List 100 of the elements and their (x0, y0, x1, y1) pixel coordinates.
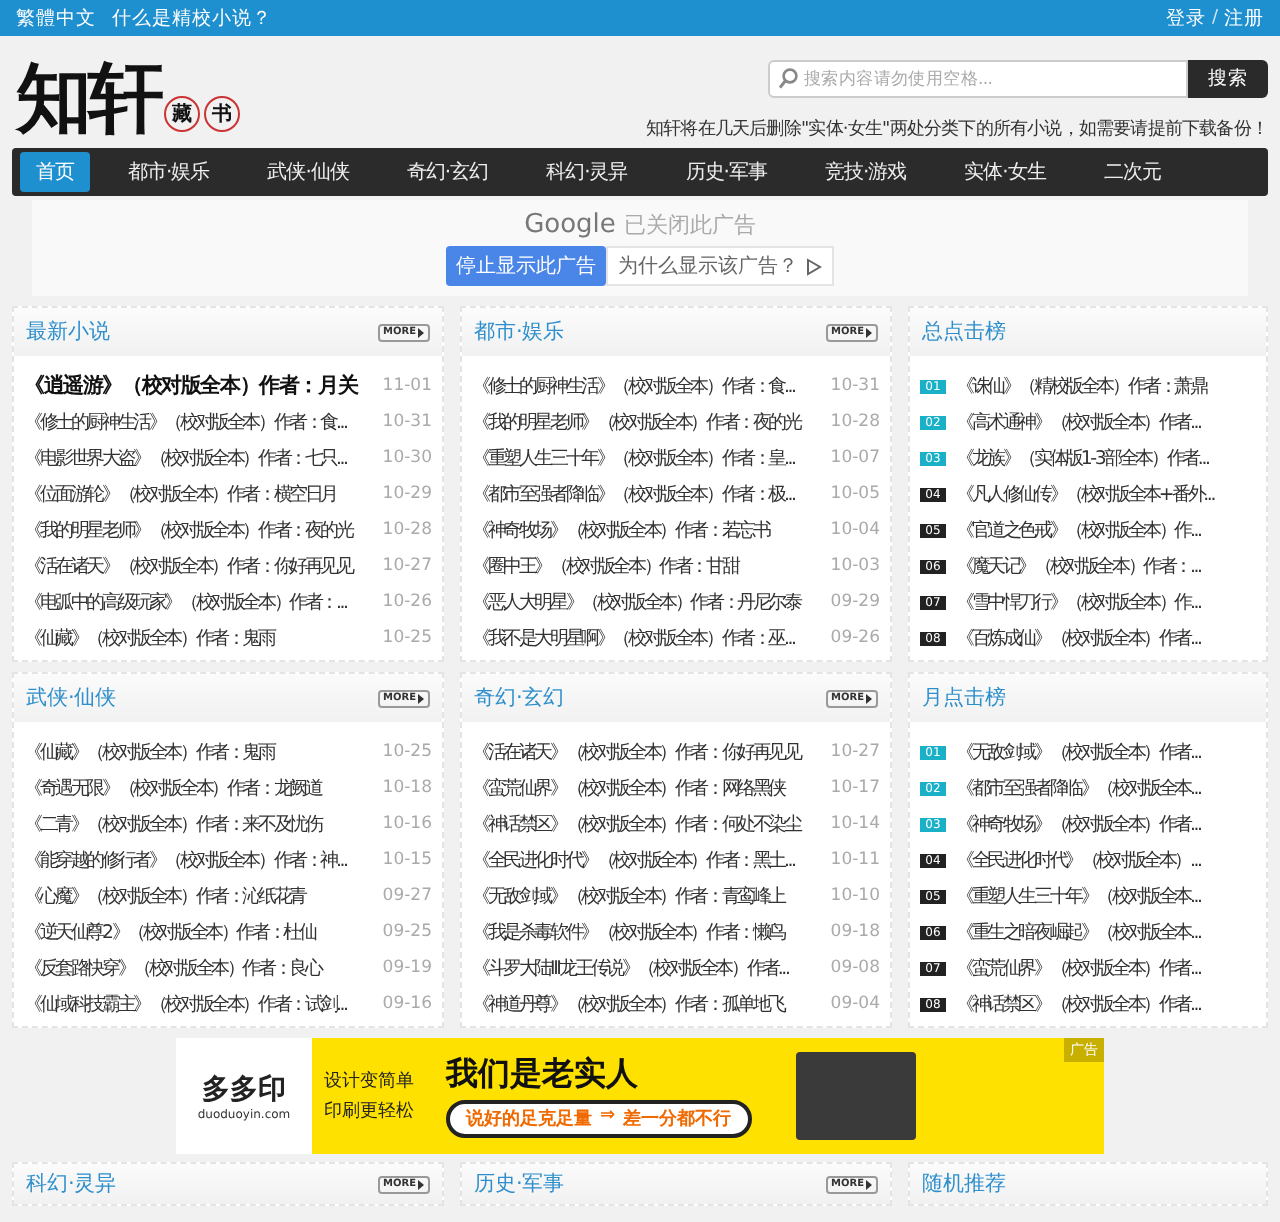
book-link[interactable]: 《仙域科技霸主》（校对版全本）作者：试剑... (24, 991, 347, 1017)
book-link[interactable]: 《高术通神》（校对版全本）作者... (956, 409, 1256, 435)
book-link[interactable]: 《圈中王》（校对版全本）作者：甘甜 (472, 553, 738, 579)
book-link[interactable]: 《神奇牧场》（校对版全本）作者：若忘书 (472, 517, 769, 543)
date-text: 09-04 (830, 994, 880, 1014)
book-link[interactable]: 《百炼成仙》（校对版全本）作者... (956, 625, 1256, 651)
book-link[interactable]: 《电影世界大盗》（校对版全本）作者：七只... (24, 445, 347, 471)
nav-tab[interactable]: 历史·军事 (665, 152, 787, 192)
book-link[interactable]: 《修士的厨神生活》（校对版全本）作者：食... (472, 373, 795, 399)
book-link[interactable]: 《电弧中的高级玩家》（校对版全本）作者：... (24, 589, 347, 615)
date-text: 09-19 (382, 958, 432, 978)
play-icon (806, 257, 822, 275)
date-text: 10-25 (382, 742, 432, 762)
book-link[interactable]: 《神话禁区》（校对版全本）作者... (956, 991, 1256, 1017)
book-link[interactable]: 《无敌剑域》（校对版全本）作者：青鸾峰上 (472, 883, 785, 909)
search-field[interactable]: 搜索内容请勿使用空格... (768, 60, 1188, 98)
book-link[interactable]: 《位面游轮》（校对版全本）作者：横空日月 (24, 481, 337, 507)
book-link[interactable]: 《重生之暗夜崛起》（校对版全本... (956, 919, 1256, 945)
book-link[interactable]: 《我的明星老师》（校对版全本）作者：夜的光 (24, 517, 352, 543)
nav-tab[interactable]: 科幻·灵异 (526, 152, 648, 192)
book-link[interactable]: 《仙藏》（校对版全本）作者：鬼雨 (24, 625, 274, 651)
caret-icon (866, 327, 872, 337)
stop-ad-button[interactable]: 停止显示此广告 (446, 246, 606, 286)
date-text: 10-17 (830, 778, 880, 798)
why-ad-button[interactable]: 为什么显示该广告？ (606, 246, 834, 286)
caret-icon (418, 1179, 424, 1189)
book-link[interactable]: 《心魔》（校对版全本）作者：沁纸花青 (24, 883, 305, 909)
logo-seal: 藏 (164, 96, 200, 132)
book-link[interactable]: 《全民进化时代》（校对版全本）... (956, 847, 1256, 873)
top-link[interactable]: 什么是精校小说？ (112, 5, 272, 31)
book-link[interactable]: 《蛮荒仙界》（校对版全本）作者：网络黑侠 (472, 775, 785, 801)
date-text: 10-15 (382, 850, 432, 870)
nav-tab[interactable]: 都市·娱乐 (108, 152, 230, 192)
book-link[interactable]: 《雪中悍刀行》（校对版全本）作... (956, 589, 1256, 615)
book-link[interactable]: 《奇遇无限》（校对版全本）作者：龙阙道 (24, 775, 321, 801)
book-link[interactable]: 《都市至强者降临》（校对版全本... (956, 775, 1256, 801)
date-text: 10-04 (830, 520, 880, 540)
register-link[interactable]: 注册 (1224, 5, 1264, 31)
search-icon (778, 68, 798, 90)
login-link[interactable]: 登录 (1165, 5, 1206, 31)
logo-seal: 书 (204, 96, 240, 132)
tagline-text: 差一分都不行 (623, 1106, 732, 1132)
book-link[interactable]: 《我是杀毒软件》（校对版全本）作者：懒鸟 (472, 919, 785, 945)
book-link[interactable]: 《反套路快穿》（校对版全本）作者：良心 (24, 955, 321, 981)
book-link[interactable]: 《修士的厨神生活》（校对版全本）作者：食... (24, 409, 347, 435)
search-button[interactable]: 搜索 (1188, 60, 1268, 98)
date-text: 10-03 (830, 556, 880, 576)
book-link[interactable]: 《神话禁区》（校对版全本）作者：何处不染尘 (472, 811, 800, 837)
nav-tab[interactable]: 武侠·仙侠 (247, 152, 369, 192)
book-link[interactable]: 《恶人大明星》（校对版全本）作者：丹尼尔泰 (472, 589, 800, 615)
top-link[interactable]: 繁體中文 (16, 5, 96, 31)
date-text: 09-26 (830, 628, 880, 648)
ad-status-text: 已关闭此广告 (623, 210, 756, 240)
google-logo: Google (524, 210, 616, 240)
nav-tab[interactable]: 实体·女生 (944, 152, 1066, 192)
book-link[interactable]: 《我不是大明星啊》（校对版全本）作者：巫... (472, 625, 795, 651)
slogan-text: 设计变简单 (324, 1069, 414, 1094)
book-link[interactable]: 《龙族》（实体版1-3部全本）作者... (956, 445, 1256, 471)
nav-tab[interactable]: 奇幻·玄幻 (386, 152, 509, 192)
date-text: 09-29 (830, 592, 880, 612)
book-link[interactable]: 《重塑人生三十年》（校对版全本... (956, 883, 1256, 909)
book-link[interactable]: 《活在诸天》（校对版全本）作者：你好再见见 (472, 739, 800, 765)
book-link[interactable]: 《我的明星老师》（校对版全本）作者：夜的光 (472, 409, 800, 435)
date-text: 10-14 (830, 814, 880, 834)
nav-tab[interactable]: 竞技·游戏 (804, 152, 927, 192)
book-link[interactable]: 《蛮荒仙界》（校对版全本）作者... (956, 955, 1256, 981)
book-link[interactable]: 《魔天记》（校对版全本）作者：... (956, 553, 1256, 579)
book-link[interactable]: 《无敌剑域》（校对版全本）作者... (956, 739, 1256, 765)
book-link[interactable]: 《重塑人生三十年》（校对版全本）作者：皇... (472, 445, 795, 471)
date-text: 10-26 (382, 592, 432, 612)
date-text: 09-27 (382, 886, 432, 906)
book-link[interactable]: 《神奇牧场》（校对版全本）作者... (956, 811, 1256, 837)
tagline-text: 说好的足克足量 (466, 1106, 592, 1132)
date-text: 10-16 (382, 814, 432, 834)
nav-tab[interactable]: 首页 (20, 152, 90, 192)
book-link[interactable]: 《逍遥游》（校对版全本）作者：月关 (24, 372, 358, 400)
book-link[interactable]: 《斗罗大陆III龙王传说》（校对版全本）作者... (472, 955, 789, 981)
book-link[interactable]: 《凡人修仙传》（校对版全本+番外... (956, 481, 1256, 507)
notice-text: 知轩将在几天后删除"实体·女生"两处分类下的所有小说，如需要请提前下载备份！ (646, 117, 1268, 142)
book-link[interactable]: 《二青》（校对版全本）作者：来不及忧伤 (24, 811, 321, 837)
book-link[interactable]: 《逆天仙尊2》（校对版全本）作者：杜仙 (24, 919, 315, 945)
date-text: 10-18 (382, 778, 432, 798)
date-text: 10-10 (830, 886, 880, 906)
book-link[interactable]: 《诛仙》（精校版全本）作者：萧鼎 (956, 373, 1256, 399)
date-text: 10-28 (382, 520, 432, 540)
nav-tab[interactable]: 二次元 (1083, 152, 1181, 192)
book-link[interactable]: 《能穿越的修行者》（校对版全本）作者：神... (24, 847, 347, 873)
book-link[interactable]: 《官道之色戒》（校对版全本）作... (956, 517, 1256, 543)
book-link[interactable]: 《神道丹尊》（校对版全本）作者：孤单地飞 (472, 991, 785, 1017)
book-link[interactable]: 《全民进化时代》（校对版全本）作者：黑土... (472, 847, 795, 873)
date-text: 10-05 (830, 484, 880, 504)
caret-icon (866, 693, 872, 703)
book-link[interactable]: 《都市至强者降临》（校对版全本）作者：极... (472, 481, 795, 507)
caret-icon (418, 693, 424, 703)
logo-text[interactable]: 知轩 (16, 60, 160, 136)
slogan-text: 印刷更轻松 (324, 1099, 414, 1124)
date-text: 09-25 (382, 922, 432, 942)
book-link[interactable]: 《仙藏》（校对版全本）作者：鬼雨 (24, 739, 274, 765)
book-link[interactable]: 《活在诸天》（校对版全本）作者：你好再见见 (24, 553, 352, 579)
date-text: 10-31 (382, 412, 432, 432)
